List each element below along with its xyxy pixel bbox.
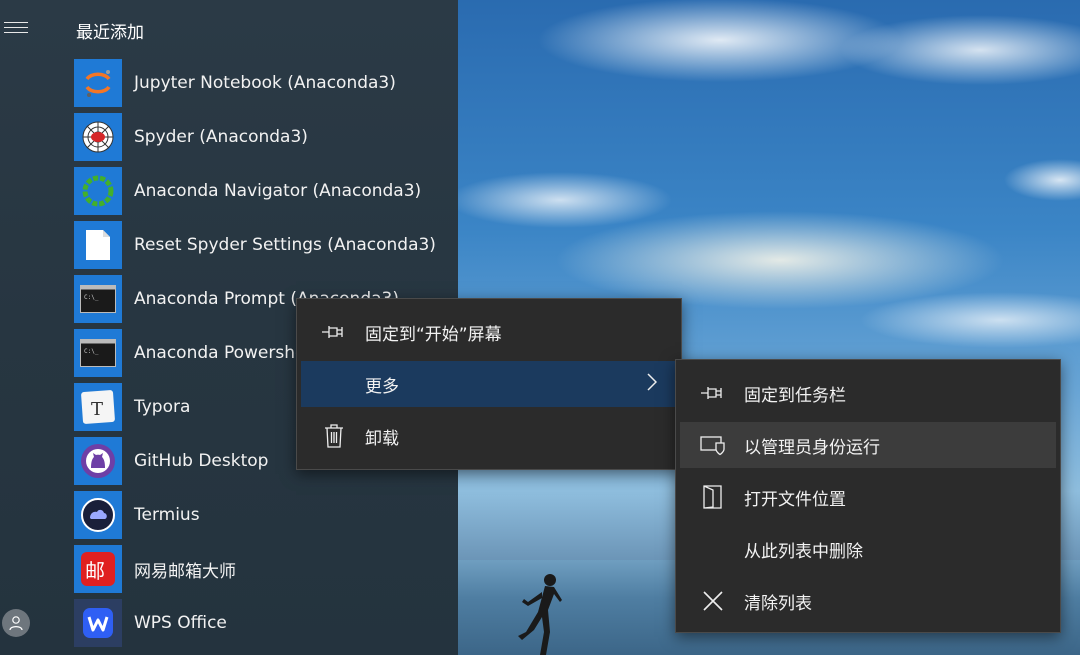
menu-item-more[interactable]: 更多 (301, 361, 677, 407)
svg-text:T: T (91, 399, 103, 420)
close-icon (700, 588, 726, 614)
menu-item-pin-to-taskbar[interactable]: 固定到任务栏 (680, 370, 1056, 416)
menu-item-clear-list[interactable]: 清除列表 (680, 578, 1056, 624)
app-label: Spyder (Anaconda3) (134, 127, 308, 147)
file-location-icon (700, 484, 726, 510)
app-label: WPS Office (134, 613, 227, 633)
jupyter-icon (74, 59, 122, 107)
menu-item-remove-from-list[interactable]: 从此列表中删除 (680, 526, 1056, 572)
svg-text:C:\_: C:\_ (84, 348, 99, 355)
app-label: Anaconda Powershe (134, 343, 306, 363)
start-menu-rail (0, 0, 48, 655)
user-avatar-icon[interactable] (2, 609, 30, 637)
pin-icon (321, 319, 347, 345)
menu-item-open-file-location[interactable]: 打开文件位置 (680, 474, 1056, 520)
more-submenu: 固定到任务栏 以管理员身份运行 打开文件位置 从此列表中删除 清除列表 (675, 359, 1061, 633)
hamburger-menu-icon[interactable] (4, 22, 28, 36)
menu-item-pin-to-start[interactable]: 固定到“开始”屏幕 (301, 309, 677, 355)
menu-item-label: 卸载 (365, 428, 399, 449)
app-label: GitHub Desktop (134, 451, 269, 471)
svg-text:邮: 邮 (85, 559, 105, 583)
app-label: Typora (134, 397, 191, 417)
app-label: Jupyter Notebook (Anaconda3) (134, 73, 396, 93)
terminal-icon: C:\_ (74, 329, 122, 377)
github-icon (74, 437, 122, 485)
admin-shield-icon (700, 432, 726, 458)
app-context-menu: 固定到“开始”屏幕 更多 卸载 (296, 298, 682, 470)
app-label: Anaconda Navigator (Anaconda3) (134, 181, 422, 201)
app-item-reset-spyder[interactable]: Reset Spyder Settings (Anaconda3) (74, 218, 458, 272)
menu-item-label: 更多 (365, 376, 399, 397)
spyder-icon (74, 113, 122, 161)
menu-item-label: 固定到任务栏 (744, 385, 846, 406)
pin-icon (700, 380, 726, 406)
chevron-right-icon (647, 372, 658, 396)
menu-item-label: 以管理员身份运行 (744, 437, 880, 458)
app-item-anaconda-navigator[interactable]: Anaconda Navigator (Anaconda3) (74, 164, 458, 218)
app-item-termius[interactable]: Termius (74, 488, 458, 542)
menu-item-label: 固定到“开始”屏幕 (365, 324, 502, 345)
typora-icon: T (74, 383, 122, 431)
anaconda-navigator-icon (74, 167, 122, 215)
wps-icon (74, 599, 122, 647)
menu-item-run-as-admin[interactable]: 以管理员身份运行 (680, 422, 1056, 468)
menu-item-label: 清除列表 (744, 593, 812, 614)
menu-item-label: 打开文件位置 (744, 489, 846, 510)
menu-item-label: 从此列表中删除 (744, 541, 863, 562)
recently-added-heading: 最近添加 (76, 23, 144, 43)
app-item-wps-office[interactable]: WPS Office (74, 596, 458, 650)
app-item-spyder[interactable]: Spyder (Anaconda3) (74, 110, 458, 164)
trash-icon (321, 423, 347, 449)
document-icon (74, 221, 122, 269)
menu-item-uninstall[interactable]: 卸载 (301, 413, 677, 459)
app-label: 网易邮箱大师 (134, 561, 236, 582)
app-label: Reset Spyder Settings (Anaconda3) (134, 235, 436, 255)
wallpaper-runner (518, 574, 562, 655)
netease-mail-icon: 邮 (74, 545, 122, 593)
app-label: Termius (134, 505, 200, 525)
svg-text:C:\_: C:\_ (84, 294, 99, 301)
app-item-jupyter[interactable]: Jupyter Notebook (Anaconda3) (74, 56, 458, 110)
terminal-icon: C:\_ (74, 275, 122, 323)
app-item-netease-mail[interactable]: 邮 网易邮箱大师 (74, 542, 458, 596)
termius-icon (74, 491, 122, 539)
